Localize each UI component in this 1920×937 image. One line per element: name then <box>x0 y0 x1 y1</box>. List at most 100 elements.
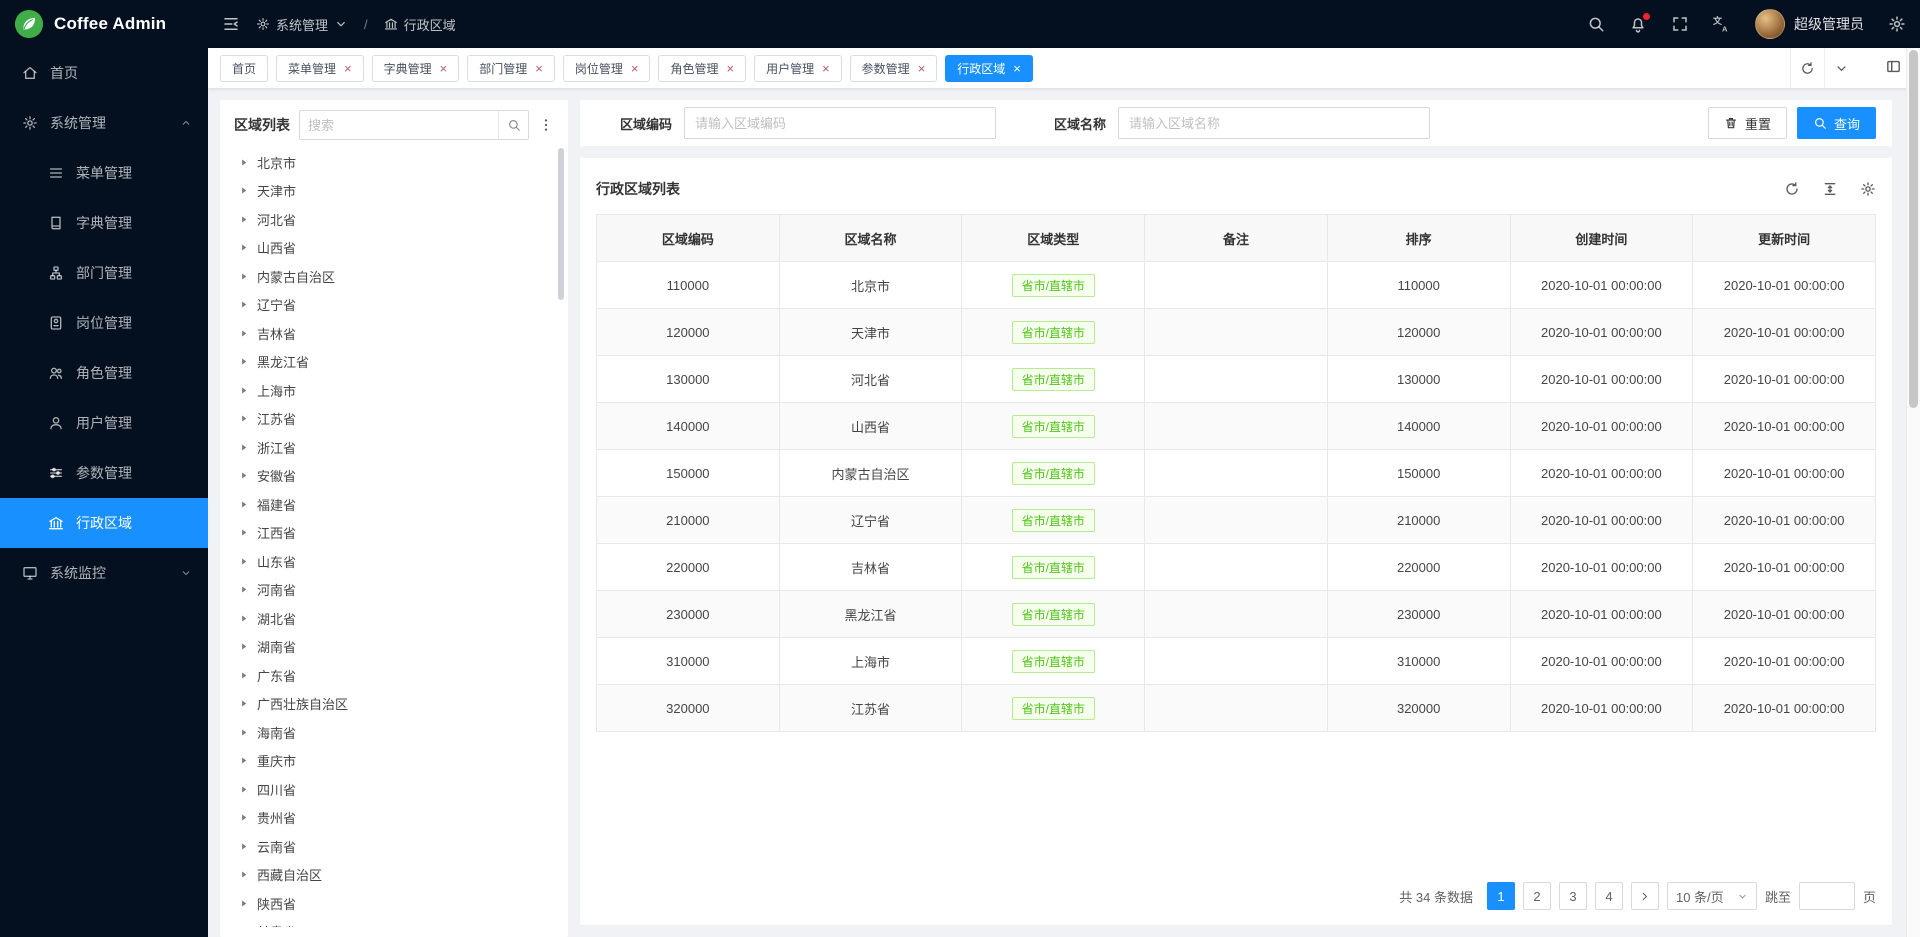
close-icon[interactable]: × <box>440 62 448 75</box>
table-row[interactable]: 210000辽宁省省市/直辖市2100002020-10-01 00:00:00… <box>597 497 1876 544</box>
table-row[interactable]: 120000天津市省市/直辖市1200002020-10-01 00:00:00… <box>597 309 1876 356</box>
translate-icon[interactable]: 文A <box>1713 15 1731 33</box>
tab-actions-dropdown[interactable] <box>1824 48 1858 88</box>
tree-item[interactable]: 吉林省 <box>234 319 554 348</box>
tab-home[interactable]: 首页 <box>220 55 268 82</box>
caret-right-icon[interactable] <box>238 271 249 282</box>
tab-dict-management[interactable]: 字典管理× <box>372 55 460 82</box>
tree-item[interactable]: 四川省 <box>234 775 554 804</box>
region-code-input[interactable] <box>684 107 996 139</box>
sidebar-item-dict-management[interactable]: 字典管理 <box>0 198 208 248</box>
close-icon[interactable]: × <box>726 62 734 75</box>
sidebar-item-home[interactable]: 首页 <box>0 48 208 98</box>
tree-item[interactable]: 山西省 <box>234 234 554 263</box>
query-button[interactable]: 查询 <box>1797 107 1876 139</box>
tab-menu-management[interactable]: 菜单管理× <box>276 55 364 82</box>
fullscreen-icon[interactable] <box>1671 15 1689 33</box>
layout-toggle-icon[interactable] <box>1885 58 1902 75</box>
caret-right-icon[interactable] <box>238 328 249 339</box>
caret-right-icon[interactable] <box>238 157 249 168</box>
table-row[interactable]: 220000吉林省省市/直辖市2200002020-10-01 00:00:00… <box>597 544 1876 591</box>
settings-gear-icon[interactable] <box>1888 15 1906 33</box>
tree-item[interactable]: 湖南省 <box>234 633 554 662</box>
close-icon[interactable]: × <box>918 62 926 75</box>
page-button-3[interactable]: 3 <box>1559 882 1587 910</box>
caret-right-icon[interactable] <box>238 641 249 652</box>
reset-button[interactable]: 重置 <box>1708 107 1787 139</box>
caret-right-icon[interactable] <box>238 556 249 567</box>
tree-item[interactable]: 黑龙江省 <box>234 348 554 377</box>
window-scrollbar-thumb[interactable] <box>1909 50 1918 408</box>
menu-collapse-icon[interactable] <box>222 15 240 33</box>
tree-item[interactable]: 湖北省 <box>234 604 554 633</box>
row-height-button[interactable] <box>1822 181 1838 197</box>
tree-item[interactable]: 云南省 <box>234 832 554 861</box>
tree-item[interactable]: 江苏省 <box>234 405 554 434</box>
tree-scrollbar[interactable] <box>558 146 566 931</box>
tree-menu-button[interactable] <box>538 117 554 133</box>
caret-right-icon[interactable] <box>238 584 249 595</box>
tree-item[interactable]: 上海市 <box>234 376 554 405</box>
caret-right-icon[interactable] <box>238 898 249 909</box>
column-settings-button[interactable] <box>1860 181 1876 197</box>
tree-item[interactable]: 海南省 <box>234 718 554 747</box>
refresh-table-button[interactable] <box>1784 181 1800 197</box>
sidebar-item-post-management[interactable]: 岗位管理 <box>0 298 208 348</box>
tree-item[interactable]: 重庆市 <box>234 747 554 776</box>
tree-item[interactable]: 浙江省 <box>234 433 554 462</box>
sidebar-item-region[interactable]: 行政区域 <box>0 498 208 548</box>
close-icon[interactable]: × <box>1013 62 1021 75</box>
tree-item[interactable]: 河南省 <box>234 576 554 605</box>
table-row[interactable]: 230000黑龙江省省市/直辖市2300002020-10-01 00:00:0… <box>597 591 1876 638</box>
caret-right-icon[interactable] <box>238 242 249 253</box>
sidebar-item-user-management[interactable]: 用户管理 <box>0 398 208 448</box>
table-row[interactable]: 130000河北省省市/直辖市1300002020-10-01 00:00:00… <box>597 356 1876 403</box>
tab-param-management[interactable]: 参数管理× <box>850 55 938 82</box>
table-row[interactable]: 320000江苏省省市/直辖市3200002020-10-01 00:00:00… <box>597 685 1876 732</box>
next-page-button[interactable] <box>1631 882 1659 910</box>
caret-right-icon[interactable] <box>238 214 249 225</box>
tree-item[interactable]: 福建省 <box>234 490 554 519</box>
breadcrumb-section[interactable]: 系统管理 <box>256 15 348 34</box>
user-menu[interactable]: 超级管理员 <box>1755 9 1864 39</box>
sidebar-item-param-management[interactable]: 参数管理 <box>0 448 208 498</box>
caret-right-icon[interactable] <box>238 499 249 510</box>
tree-search-input[interactable] <box>300 118 498 133</box>
tree-item[interactable]: 甘肃省 <box>234 918 554 928</box>
tab-user-management[interactable]: 用户管理× <box>754 55 842 82</box>
tree-item[interactable]: 广东省 <box>234 661 554 690</box>
region-name-input[interactable] <box>1118 107 1430 139</box>
caret-right-icon[interactable] <box>238 185 249 196</box>
table-row[interactable]: 140000山西省省市/直辖市1400002020-10-01 00:00:00… <box>597 403 1876 450</box>
table-row[interactable]: 110000北京市省市/直辖市1100002020-10-01 00:00:00… <box>597 262 1876 309</box>
bell-icon[interactable] <box>1629 15 1647 33</box>
table-row[interactable]: 150000内蒙古自治区省市/直辖市1500002020-10-01 00:00… <box>597 450 1876 497</box>
tree-item[interactable]: 内蒙古自治区 <box>234 262 554 291</box>
tree-search-button[interactable] <box>498 111 528 139</box>
caret-right-icon[interactable] <box>238 841 249 852</box>
tree-item[interactable]: 贵州省 <box>234 804 554 833</box>
page-size-select[interactable]: 10 条/页 <box>1667 882 1757 910</box>
sidebar-item-dept-management[interactable]: 部门管理 <box>0 248 208 298</box>
close-icon[interactable]: × <box>535 62 543 75</box>
jump-page-input[interactable] <box>1799 882 1855 910</box>
tab-dept-management[interactable]: 部门管理× <box>467 55 555 82</box>
refresh-tabs-button[interactable] <box>1790 48 1824 88</box>
tree-item[interactable]: 江西省 <box>234 519 554 548</box>
tree-scrollbar-thumb[interactable] <box>558 148 564 300</box>
caret-right-icon[interactable] <box>238 385 249 396</box>
tab-post-management[interactable]: 岗位管理× <box>563 55 651 82</box>
caret-right-icon[interactable] <box>238 356 249 367</box>
page-button-1[interactable]: 1 <box>1487 882 1515 910</box>
caret-right-icon[interactable] <box>238 613 249 624</box>
tree-item[interactable]: 北京市 <box>234 148 554 177</box>
sidebar-item-menu-management[interactable]: 菜单管理 <box>0 148 208 198</box>
window-scrollbar[interactable] <box>1906 48 1920 937</box>
caret-right-icon[interactable] <box>238 755 249 766</box>
tree-item[interactable]: 西藏自治区 <box>234 861 554 890</box>
search-icon[interactable] <box>1587 15 1605 33</box>
caret-right-icon[interactable] <box>238 470 249 481</box>
caret-right-icon[interactable] <box>238 784 249 795</box>
caret-right-icon[interactable] <box>238 527 249 538</box>
caret-right-icon[interactable] <box>238 442 249 453</box>
